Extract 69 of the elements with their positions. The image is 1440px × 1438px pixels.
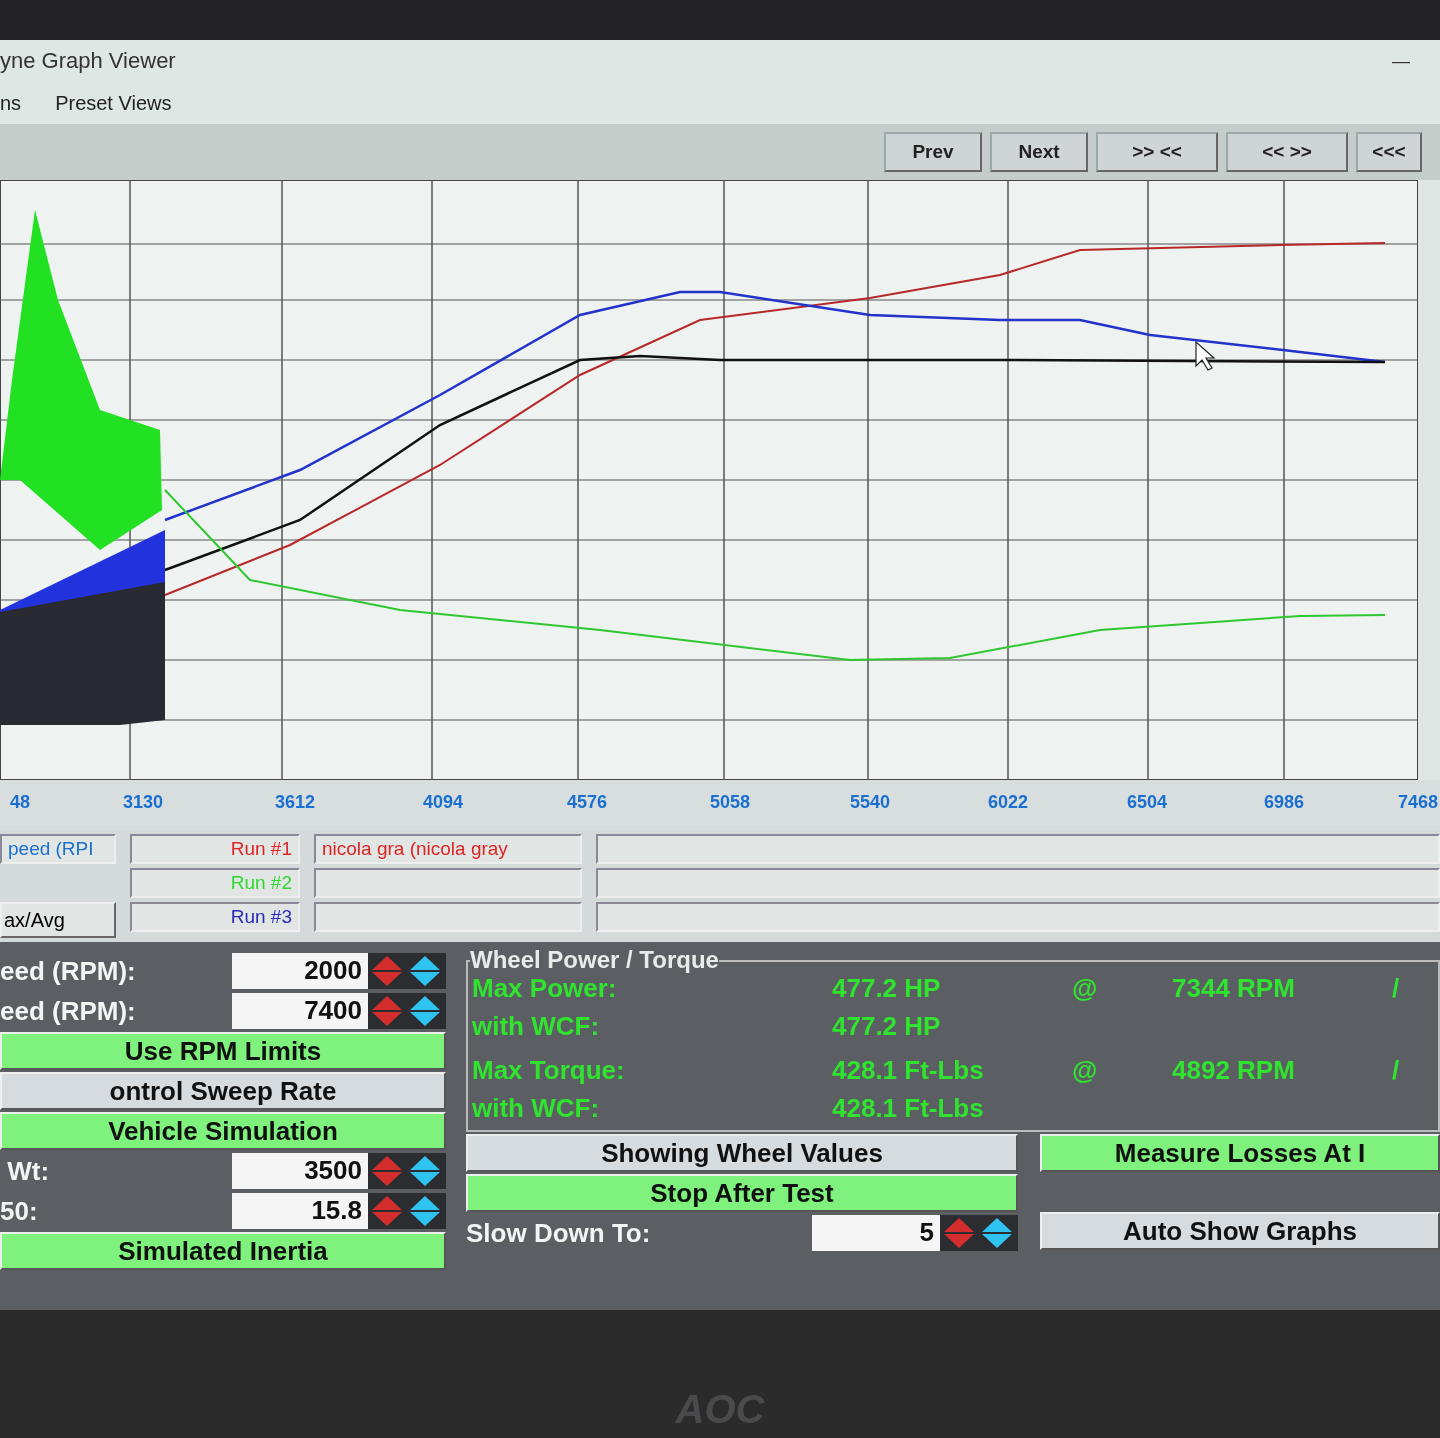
toggle-button[interactable]: Vehicle Simulation — [0, 1112, 446, 1150]
menu-item[interactable]: ns — [0, 91, 22, 115]
axis-tick-label: 7468 — [1398, 792, 1438, 813]
spinner-arrows-icon[interactable] — [940, 1215, 1018, 1251]
toolbar-button[interactable]: >> << — [1096, 132, 1218, 172]
field-label: Slow Down To: — [466, 1217, 652, 1249]
result-value: 477.2 HP — [832, 1011, 942, 1042]
run-file-field[interactable] — [314, 902, 582, 932]
channel-field[interactable]: peed (RPI — [0, 834, 116, 864]
field-label: Wt: — [6, 1155, 51, 1187]
toggle-button[interactable]: Use RPM Limits — [0, 1032, 446, 1070]
field-label: 50: — [0, 1195, 39, 1227]
number-field[interactable]: 3500 — [232, 1153, 368, 1189]
number-field[interactable]: 7400 — [232, 993, 368, 1029]
toggle-button[interactable]: Showing Wheel Values — [466, 1134, 1018, 1172]
axis-tick-label: 6504 — [1127, 792, 1167, 813]
axis-tick-label: 5540 — [850, 792, 890, 813]
axis-tick-label: 3130 — [123, 792, 163, 813]
run-file-field[interactable]: nicola gra (nicola gray — [314, 834, 582, 864]
axis-tick-label: 6022 — [988, 792, 1028, 813]
result-mark: / — [1392, 1055, 1401, 1086]
axis-tick-label: 4094 — [423, 792, 463, 813]
empty-field[interactable] — [596, 902, 1440, 932]
field-label: eed (RPM): — [0, 955, 137, 987]
toolbar-button[interactable]: Prev — [884, 132, 982, 172]
max-avg-button[interactable]: ax/Avg — [0, 902, 116, 938]
result-rpm: 7344 RPM — [1172, 973, 1296, 1004]
run-label: Run #3 — [130, 902, 300, 932]
spinner-arrows-icon[interactable] — [368, 1193, 446, 1229]
at-sign: @ — [1072, 973, 1099, 1004]
empty-field[interactable] — [596, 868, 1440, 898]
result-label: Max Power: — [472, 973, 618, 1004]
axis-tick-label: 3612 — [275, 792, 315, 813]
spinner-arrows-icon[interactable] — [368, 953, 446, 989]
toolbar-button[interactable]: << >> — [1226, 132, 1348, 172]
empty-field[interactable] — [596, 834, 1440, 864]
number-field[interactable]: 5 — [812, 1215, 940, 1251]
result-value: 477.2 HP — [832, 973, 942, 1004]
run-label: Run #2 — [130, 868, 300, 898]
axis-tick-label: 5058 — [710, 792, 750, 813]
result-label: with WCF: — [472, 1093, 601, 1124]
run-file-field[interactable] — [314, 868, 582, 898]
toggle-button[interactable]: Simulated Inertia — [0, 1232, 446, 1270]
number-field[interactable]: 2000 — [232, 953, 368, 989]
run-label: Run #1 — [130, 834, 300, 864]
result-mark: / — [1392, 973, 1401, 1004]
spinner-arrows-icon[interactable] — [368, 1153, 446, 1189]
minimize-button[interactable]: — — [1392, 50, 1410, 72]
toolbar-button[interactable]: Next — [990, 132, 1088, 172]
result-label: with WCF: — [472, 1011, 601, 1042]
result-rpm: 4892 RPM — [1172, 1055, 1296, 1086]
mouse-pointer-icon — [1195, 340, 1216, 371]
result-value: 428.1 Ft-Lbs — [832, 1055, 985, 1086]
window-title: yne Graph Viewer — [0, 48, 176, 74]
menu-item[interactable]: Preset Views — [55, 91, 172, 115]
toggle-button[interactable]: ontrol Sweep Rate — [0, 1072, 446, 1110]
axis-tick-label: 4576 — [567, 792, 607, 813]
toggle-button[interactable]: Measure Losses At I — [1040, 1134, 1440, 1172]
at-sign: @ — [1072, 1055, 1099, 1086]
result-value: 428.1 Ft-Lbs — [832, 1093, 985, 1124]
result-label: Max Torque: — [472, 1055, 626, 1086]
number-field[interactable]: 15.8 — [232, 1193, 368, 1229]
field-label: eed (RPM): — [0, 995, 137, 1027]
spinner-arrows-icon[interactable] — [368, 993, 446, 1029]
axis-tick-label: 6986 — [1264, 792, 1304, 813]
axis-tick-label: 48 — [10, 792, 30, 813]
toggle-button[interactable]: Auto Show Graphs — [1040, 1212, 1440, 1250]
toggle-button[interactable]: Stop After Test — [466, 1174, 1018, 1212]
toolbar-button[interactable]: <<< — [1356, 132, 1422, 172]
